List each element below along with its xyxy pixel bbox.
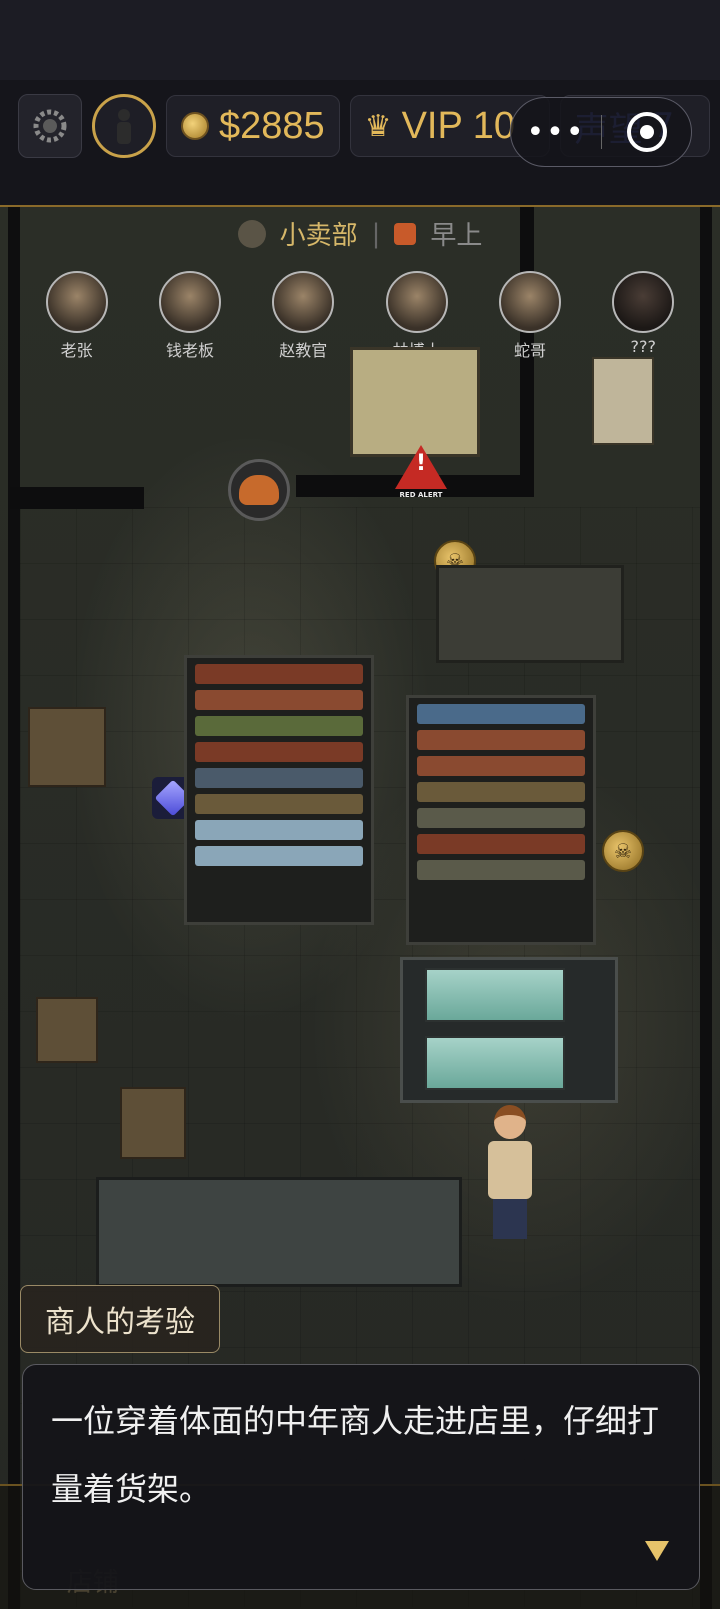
- skull-coin-pickup[interactable]: ☠: [602, 830, 644, 872]
- npc-item[interactable]: 蛇哥: [490, 271, 570, 361]
- coin-icon: [181, 112, 209, 140]
- status-bar: [0, 0, 720, 80]
- player-avatar-button[interactable]: [92, 94, 156, 158]
- wall-poster: [592, 357, 654, 445]
- shop-counter: [96, 1177, 462, 1287]
- burger-icon: [239, 475, 279, 505]
- wall-map: [350, 347, 480, 457]
- alert-caption: RED ALERT: [399, 491, 443, 499]
- mini-program-capsule: •••: [510, 97, 692, 167]
- target-icon: [626, 112, 667, 152]
- location-icon: [237, 219, 266, 248]
- more-menu-button[interactable]: •••: [511, 115, 601, 150]
- npc-item[interactable]: ???: [603, 271, 683, 361]
- crate: [28, 707, 106, 787]
- crown-icon: ♛: [364, 108, 392, 144]
- partition-wall: [10, 487, 144, 509]
- time-of-day-icon: [394, 222, 417, 245]
- right-shelf: [406, 695, 596, 945]
- npc-item[interactable]: 老张: [37, 271, 117, 361]
- safe-box: [436, 565, 624, 663]
- left-shelf: [184, 655, 374, 925]
- vip-level: VIP 10: [401, 104, 515, 147]
- time-of-day: 早上: [430, 221, 483, 251]
- crate: [120, 1087, 186, 1159]
- npc-name: 赵教官: [279, 341, 328, 360]
- npc-name: 蛇哥: [513, 341, 546, 360]
- npc-portrait: [45, 271, 108, 333]
- npc-name: 老张: [60, 341, 93, 360]
- npc-portrait: [385, 271, 448, 333]
- close-program-button[interactable]: [602, 112, 691, 152]
- settings-gear-button[interactable]: [18, 94, 82, 158]
- gear-icon: [33, 109, 67, 143]
- red-alert-marker[interactable]: ! RED ALERT: [392, 445, 450, 507]
- npc-name: 钱老板: [165, 341, 214, 360]
- event-title: 商人的考验: [20, 1285, 220, 1353]
- location-name: 小卖部: [279, 221, 358, 251]
- npc-portrait: [158, 271, 221, 333]
- location-divider: |: [371, 218, 381, 249]
- continue-arrow-icon[interactable]: [645, 1541, 669, 1561]
- location-bar: 小卖部 | 早上: [0, 215, 720, 252]
- npc-portrait: [612, 271, 675, 333]
- dialog-text: 一位穿着体面的中年商人走进店里，仔细打量着货架。: [51, 1402, 660, 1508]
- dialog-box[interactable]: 一位穿着体面的中年商人走进店里，仔细打量着货架。: [22, 1364, 700, 1590]
- npc-name: ???: [630, 337, 657, 356]
- left-wall: [8, 207, 20, 1609]
- right-wall: [700, 207, 712, 1609]
- npc-item[interactable]: 赵教官: [263, 271, 343, 361]
- npc-portrait: [272, 271, 335, 333]
- drink-fridge: [400, 957, 618, 1103]
- money-display[interactable]: $2885: [166, 95, 340, 157]
- burger-item-button[interactable]: [228, 459, 290, 521]
- money-value: $2885: [219, 104, 325, 147]
- alert-mark: !: [415, 451, 427, 476]
- crate: [36, 997, 98, 1063]
- npc-item[interactable]: 钱老板: [150, 271, 230, 361]
- shopkeeper-character[interactable]: [478, 1105, 542, 1245]
- player-silhouette-icon: [117, 109, 131, 144]
- npc-portrait: [498, 271, 561, 333]
